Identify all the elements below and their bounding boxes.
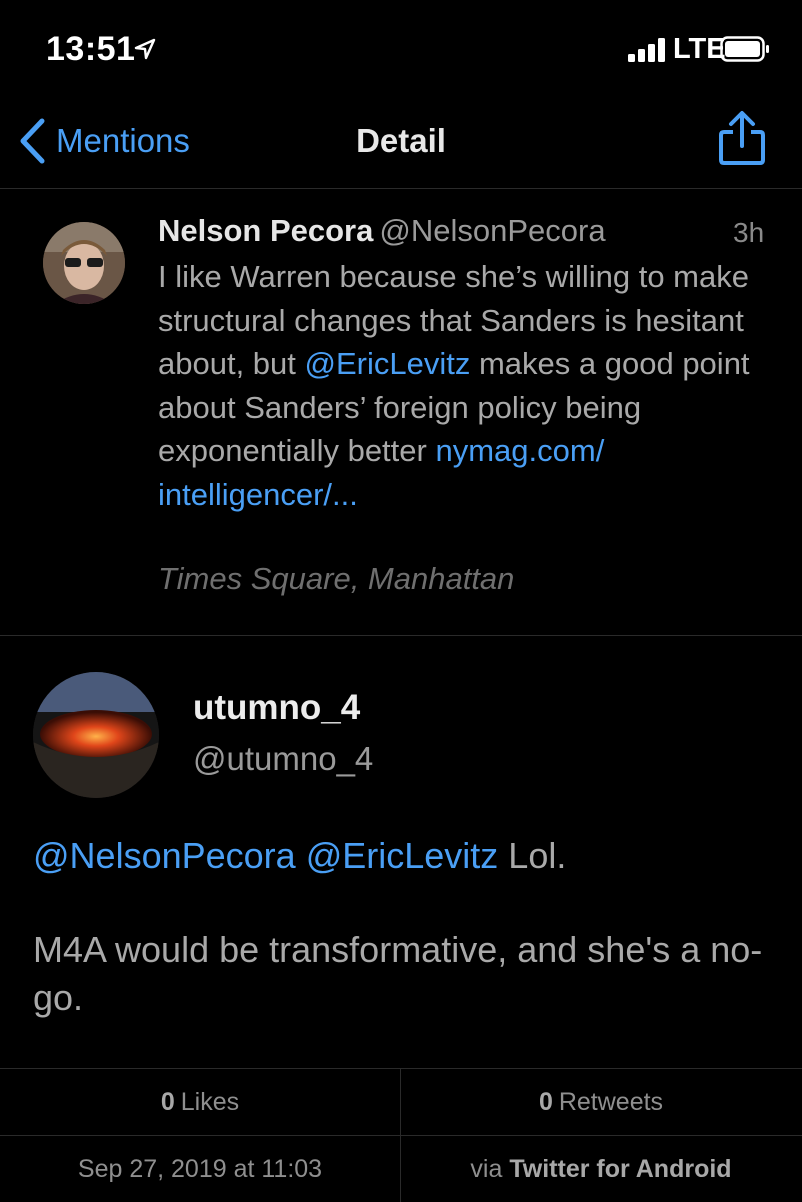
retweets-count[interactable]: 0 Retweets [401,1069,801,1135]
reply-text-paragraph: M4A would be transformative, and she's a… [33,929,763,1018]
author-name[interactable]: Nelson Pecora [158,213,373,248]
url-link-continued[interactable]: intelligencer/... [158,477,358,512]
author-handle[interactable]: @NelsonPecora [379,213,605,248]
mention-link[interactable]: @NelsonPecora [33,835,296,876]
likes-number: 0 [160,1087,175,1116]
battery-icon [720,36,769,62]
status-time: 13:51 [46,30,136,68]
tweet-location[interactable]: Times Square, Manhattan [158,561,514,597]
location-arrow-icon [134,38,156,60]
mention-link[interactable]: @EricLevitz [305,346,471,381]
retweets-number: 0 [538,1087,553,1116]
reply-text: @NelsonPecora @EricLevitz Lol. M4A would… [33,832,778,1022]
avatar[interactable] [43,222,125,304]
tweet-author: Nelson Pecora @NelsonPecora [158,213,606,249]
tweet-source: via Twitter for Android [401,1136,801,1202]
mention-link[interactable]: @EricLevitz [306,835,499,876]
reply-avatar[interactable] [33,672,159,798]
reply-author-handle[interactable]: @utumno_4 [193,740,373,778]
share-icon[interactable] [716,110,768,168]
reply-text-part: Lol. [508,835,567,876]
page-title: Detail [356,122,446,159]
via-prefix: via [470,1154,503,1183]
profile-photo [33,672,159,798]
likes-count[interactable]: 0 Likes [0,1069,401,1135]
profile-photo [43,222,125,304]
tweet-date-text: Sep 27, 2019 at 11:03 [77,1154,323,1183]
tweet-stats: 0 Likes 0 Retweets Sep 27, 2019 at 11:03 v… [0,1068,802,1202]
source-app: Twitter for Android [509,1154,732,1183]
cellular-signal-icon [628,38,665,62]
network-type: LTE [673,33,726,65]
retweets-label: Retweets [558,1087,664,1116]
tweet-text: I like Warren because she’s willing to m… [158,255,778,516]
likes-label: Likes [180,1087,240,1116]
url-link[interactable]: nymag.com/ [435,433,604,468]
tweet-timestamp: 3h [733,217,765,248]
navigation-bar: Mentions Detail [0,96,802,189]
reply-author-name[interactable]: utumno_4 [193,688,360,728]
status-bar: 13:51 LTE [0,0,802,96]
tweet-date: Sep 27, 2019 at 11:03 [0,1136,401,1202]
parent-tweet[interactable]: Nelson Pecora @NelsonPecora 3h I like War… [0,189,802,636]
